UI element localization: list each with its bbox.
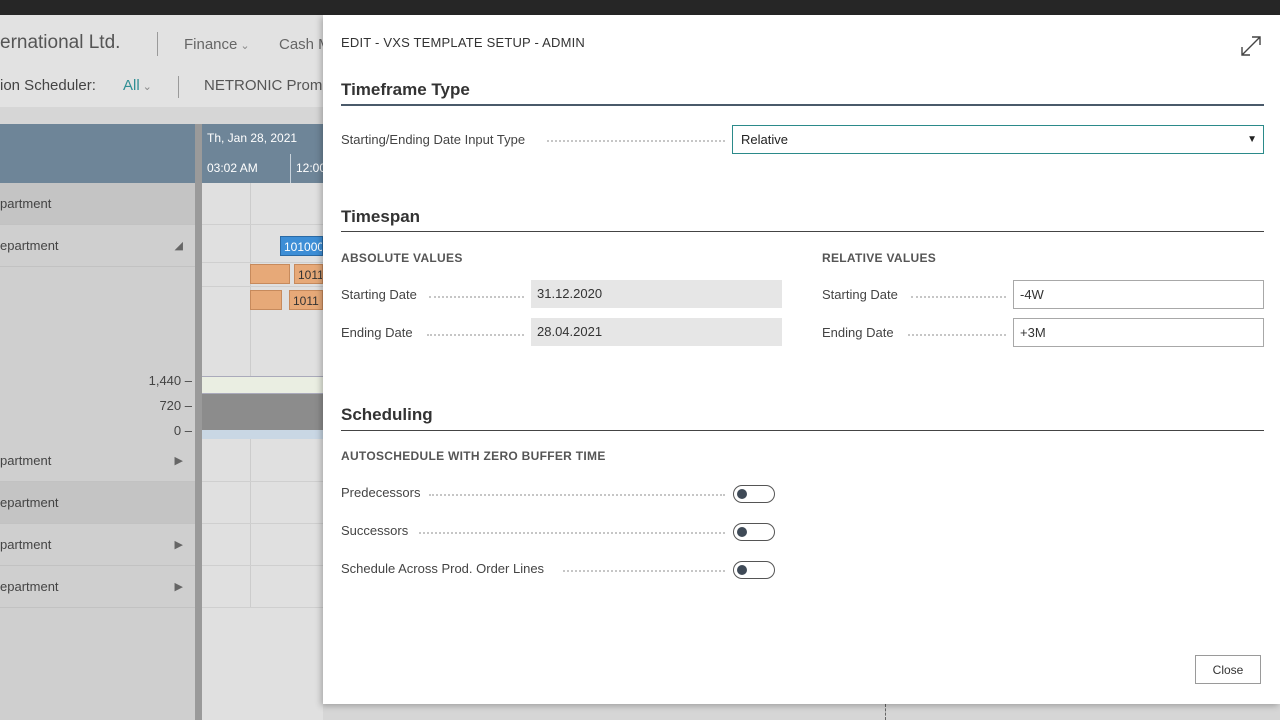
scheduler-filter[interactable]: All ⌄ — [123, 77, 152, 94]
top-bar — [0, 0, 1280, 15]
rel-starting-date-input[interactable]: -4W — [1013, 280, 1264, 309]
successors-label: Successors — [341, 523, 409, 538]
section-divider — [341, 104, 1264, 106]
gantt-time-header: Th, Jan 28, 2021 03:02 AM 12:00 — [202, 124, 327, 183]
nav-finance-label: Finance — [184, 36, 238, 53]
leader-dots — [547, 140, 725, 142]
date-header: Th, Jan 28, 2021 — [207, 131, 298, 145]
department-row[interactable]: partment ▶ — [0, 440, 195, 482]
leader-dots — [429, 494, 725, 496]
rel-ending-date-label: Ending Date — [822, 325, 894, 340]
schedule-across-label: Schedule Across Prod. Order Lines — [341, 561, 545, 576]
grid-line — [202, 565, 323, 566]
time-tick — [290, 154, 291, 183]
input-type-label: Starting/Ending Date Input Type — [341, 132, 526, 147]
department-row[interactable]: epartment ▶ — [0, 566, 195, 608]
gantt-bar[interactable] — [250, 264, 290, 284]
grid-line — [202, 607, 323, 608]
leader-dots — [419, 532, 725, 534]
department-row[interactable]: epartment — [0, 482, 195, 524]
department-label: epartment — [0, 495, 59, 510]
close-button[interactable]: Close — [1195, 655, 1261, 684]
department-label: partment — [0, 453, 52, 468]
predecessors-toggle[interactable] — [733, 485, 775, 503]
section-title-timeframe: Timeframe Type — [341, 80, 470, 99]
grid-line — [202, 224, 323, 225]
capacity-scale-label: 720 – — [159, 398, 192, 413]
department-label: epartment — [0, 238, 59, 253]
section-title-timespan: Timespan — [341, 207, 421, 226]
edit-dialog: EDIT - VXS TEMPLATE SETUP - ADMIN Timefr… — [323, 15, 1280, 704]
section-title-scheduling: Scheduling — [341, 405, 433, 424]
capacity-scale-label: 1,440 – — [148, 373, 192, 388]
grid-line — [202, 481, 323, 482]
toggle-knob — [737, 564, 747, 575]
absolute-values-heading: ABSOLUTE VALUES — [341, 251, 463, 265]
capacity-band — [202, 430, 323, 439]
current-time-line — [885, 704, 886, 720]
department-row[interactable]: partment — [0, 183, 195, 225]
capacity-band — [202, 394, 323, 430]
rel-ending-date-input[interactable]: +3M — [1013, 318, 1264, 347]
grid-line — [202, 523, 323, 524]
scheduler-label: ion Scheduler: — [0, 77, 96, 94]
nav-finance[interactable]: Finance ⌄ — [184, 36, 250, 53]
dropdown-caret-icon: ▼ — [1247, 134, 1257, 145]
section-divider — [341, 430, 1264, 431]
department-row[interactable]: partment ▶ — [0, 524, 195, 566]
capacity-scale-label: 0 – — [173, 423, 192, 438]
successors-toggle[interactable] — [733, 523, 775, 541]
section-divider — [341, 231, 1264, 232]
time-header: 03:02 AM — [207, 161, 258, 175]
gantt-left-header — [0, 124, 195, 183]
leader-dots — [563, 570, 725, 572]
department-label: partment — [0, 537, 52, 552]
chevron-down-icon: ⌄ — [240, 40, 250, 52]
schedule-across-toggle[interactable] — [733, 561, 775, 579]
leader-dots — [908, 334, 1006, 336]
expand-triangle-icon[interactable]: ▶ — [175, 538, 183, 551]
header-divider — [157, 32, 158, 56]
capacity-band — [202, 376, 323, 394]
header-divider — [178, 76, 179, 98]
toggle-knob — [737, 526, 747, 537]
leader-dots — [427, 334, 524, 336]
abs-ending-date-label: Ending Date — [341, 325, 413, 340]
scheduler-filter-value: All — [123, 77, 140, 94]
grid-line — [202, 286, 323, 287]
abs-starting-date-label: Starting Date — [341, 287, 417, 302]
rel-starting-date-label: Starting Date — [822, 287, 898, 302]
company-name: ernational Ltd. — [0, 32, 121, 53]
gantt-bar[interactable] — [250, 290, 282, 310]
predecessors-label: Predecessors — [341, 485, 421, 500]
gantt-bar[interactable]: 1011 — [294, 264, 323, 284]
input-type-select[interactable]: Relative ▼ — [732, 125, 1264, 154]
abs-starting-date-field: 31.12.2020 — [531, 280, 782, 308]
gantt-bar[interactable]: 101000 — [280, 236, 323, 256]
expand-icon[interactable] — [1240, 35, 1262, 57]
department-row[interactable]: epartment ◢ — [0, 225, 195, 267]
expand-triangle-icon[interactable]: ▶ — [175, 580, 183, 593]
grid-line — [202, 262, 323, 263]
department-label: epartment — [0, 579, 59, 594]
toggle-knob — [737, 488, 747, 499]
dialog-title: EDIT - VXS TEMPLATE SETUP - ADMIN — [341, 35, 586, 50]
abs-ending-date-field: 28.04.2021 — [531, 318, 782, 346]
relative-values-heading: RELATIVE VALUES — [822, 251, 937, 265]
gantt-bar[interactable]: 1011 — [289, 290, 323, 310]
autoschedule-heading: AUTOSCHEDULE WITH ZERO BUFFER TIME — [341, 449, 606, 463]
panel-splitter[interactable] — [195, 124, 202, 720]
chevron-down-icon: ⌄ — [142, 81, 152, 93]
expand-triangle-icon[interactable]: ▶ — [175, 454, 183, 467]
department-label: partment — [0, 196, 52, 211]
leader-dots — [429, 296, 524, 298]
leader-dots — [911, 296, 1006, 298]
netronic-action[interactable]: NETRONIC Prom — [204, 77, 322, 94]
time-header: 12:00 — [296, 161, 327, 175]
input-type-value: Relative — [741, 132, 788, 147]
collapse-triangle-icon[interactable]: ◢ — [175, 239, 183, 252]
